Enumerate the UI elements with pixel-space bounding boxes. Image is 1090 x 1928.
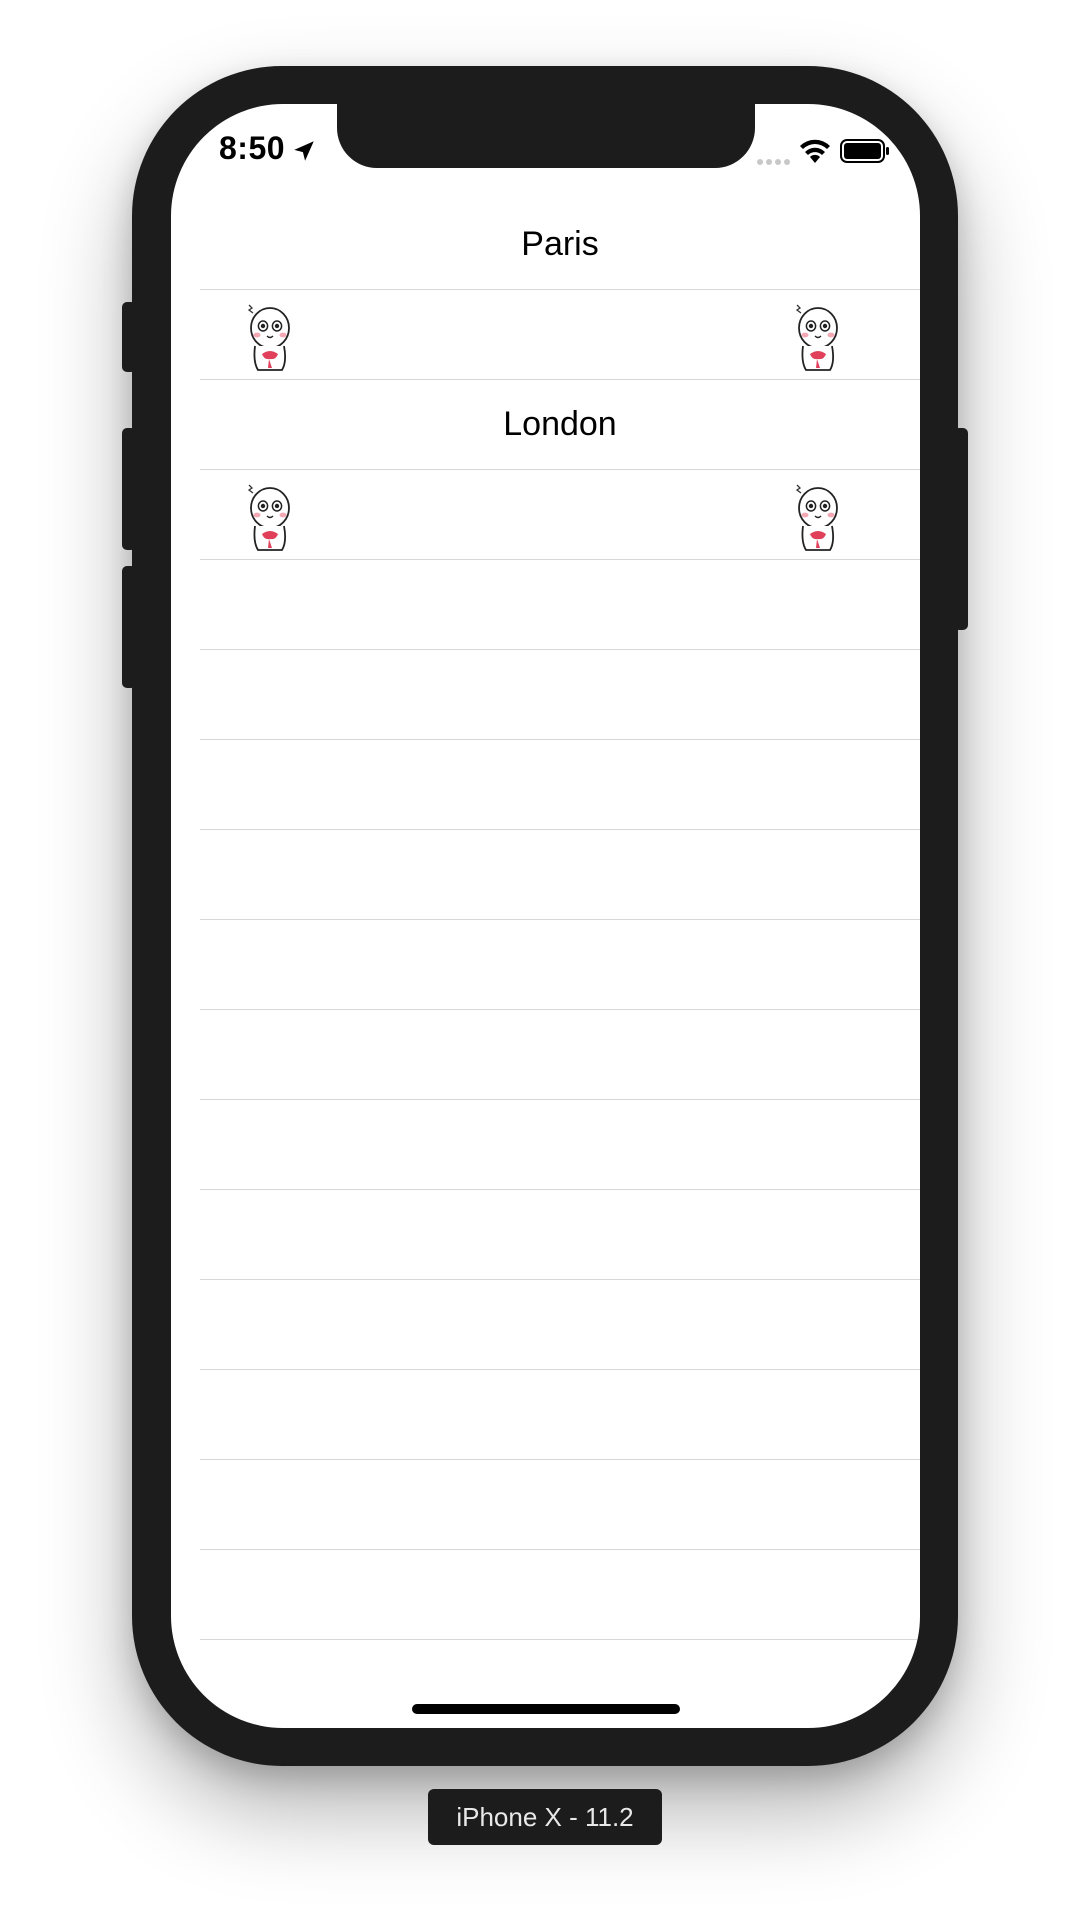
- notch: [337, 104, 755, 168]
- table-row-header-paris[interactable]: Paris: [200, 200, 920, 290]
- signal-dots-icon: [757, 152, 793, 170]
- status-time: 8:50: [219, 130, 286, 166]
- table-row-header-london[interactable]: London: [200, 380, 920, 470]
- row-title: Paris: [521, 225, 599, 263]
- empty-rows-container: [200, 560, 920, 1640]
- location-arrow-icon: [294, 141, 314, 161]
- sticker-character-icon: [247, 304, 290, 371]
- table-row-stickers[interactable]: [200, 470, 920, 560]
- table-row-empty[interactable]: [200, 1010, 920, 1100]
- wifi-icon: [800, 139, 830, 163]
- table-row-empty[interactable]: [200, 1550, 920, 1640]
- table-view[interactable]: Paris London: [200, 200, 920, 1640]
- power-button: [954, 428, 968, 630]
- volume-down-button: [122, 566, 136, 688]
- table-row-empty[interactable]: [200, 650, 920, 740]
- row-title: London: [503, 405, 617, 443]
- table-row-stickers[interactable]: [200, 290, 920, 380]
- table-row-empty[interactable]: [200, 1460, 920, 1550]
- table-row-empty[interactable]: [200, 1100, 920, 1190]
- sticker-character-icon: [795, 304, 838, 371]
- table-row-empty[interactable]: [200, 1280, 920, 1370]
- simulator-device-label: iPhone X - 11.2: [428, 1789, 662, 1845]
- table-row-empty[interactable]: [200, 920, 920, 1010]
- table-row-empty[interactable]: [200, 560, 920, 650]
- table-row-empty[interactable]: [200, 830, 920, 920]
- table-row-empty[interactable]: [200, 740, 920, 830]
- home-indicator[interactable]: [412, 1704, 680, 1714]
- mute-switch: [122, 302, 136, 372]
- volume-up-button: [122, 428, 136, 550]
- device-screen: 8:50 Paris London: [171, 104, 920, 1728]
- sticker-character-icon: [795, 484, 838, 551]
- table-row-empty[interactable]: [200, 1190, 920, 1280]
- table-row-empty[interactable]: [200, 1370, 920, 1460]
- sticker-character-icon: [247, 484, 290, 551]
- battery-icon: [840, 139, 889, 163]
